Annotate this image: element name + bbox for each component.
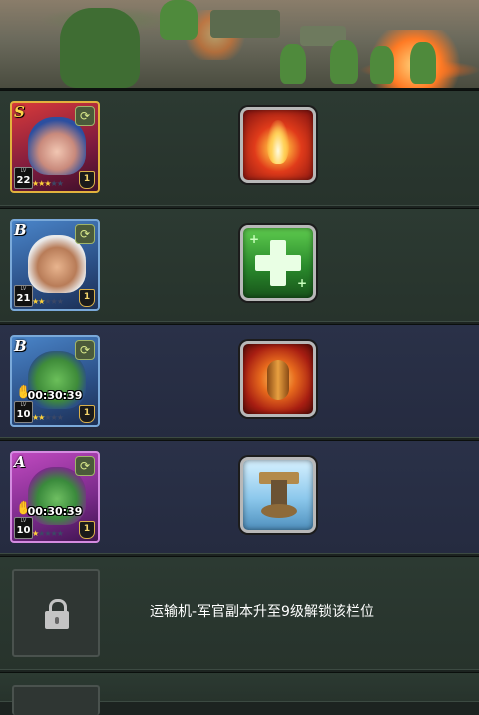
fire-burst-skill-icon[interactable] xyxy=(240,107,316,183)
grade-badge: B xyxy=(14,337,27,355)
officer-slot-row[interactable]: B ⟳ LV 21 ★★★★★ 1 + + xyxy=(0,208,479,322)
officer-card[interactable]: A ⟳ ✋ 00:30:39 LV 10 ★★★★★ 1 xyxy=(10,451,100,543)
rank-badge: 1 xyxy=(79,521,95,539)
level-badge: LV 21 xyxy=(14,285,33,307)
swap-icon[interactable]: ⟳ xyxy=(75,106,95,126)
grade-badge: S xyxy=(14,103,25,121)
bomb-strike-skill-icon[interactable] xyxy=(240,341,316,417)
locked-slot xyxy=(12,685,100,715)
star-rating: ★★★★★ xyxy=(32,179,64,188)
locked-slot-row xyxy=(0,672,479,715)
cannon-tower-skill-icon[interactable] xyxy=(240,457,316,533)
officer-card[interactable]: B ⟳ LV 21 ★★★★★ 1 xyxy=(10,219,100,311)
rank-badge: 1 xyxy=(79,405,95,423)
rank-badge: 1 xyxy=(79,289,95,307)
locked-slot xyxy=(12,569,100,657)
officer-slot-row[interactable]: A ⟳ ✋ 00:30:39 LV 10 ★★★★★ 1 xyxy=(0,440,479,554)
rank-badge: 1 xyxy=(79,171,95,189)
level-badge: LV 22 xyxy=(14,167,33,189)
officer-card[interactable]: S ⟳ LV 22 ★★★★★ 1 xyxy=(10,101,100,193)
star-rating: ★★★★★ xyxy=(32,413,64,422)
level-badge: LV 10 xyxy=(14,401,33,423)
unlock-requirement-text: 运输机-军官副本升至9级解锁该栏位 xyxy=(150,604,374,620)
swap-icon[interactable]: ⟳ xyxy=(75,340,95,360)
heal-cross-skill-icon[interactable]: + + xyxy=(240,225,316,301)
star-rating: ★★★★★ xyxy=(32,297,64,306)
officer-slot-row[interactable]: B ⟳ ✋ 00:30:39 LV 10 ★★★★★ 1 xyxy=(0,324,479,438)
level-badge: LV 10 xyxy=(14,517,33,539)
battle-banner-image xyxy=(0,0,479,90)
star-rating: ★★★★★ xyxy=(32,529,64,538)
officer-slot-row[interactable]: S ⟳ LV 22 ★★★★★ 1 xyxy=(0,90,479,206)
grade-badge: A xyxy=(14,453,26,471)
officer-card[interactable]: B ⟳ ✋ 00:30:39 LV 10 ★★★★★ 1 xyxy=(10,335,100,427)
swap-icon[interactable]: ⟳ xyxy=(75,224,95,244)
grade-badge: B xyxy=(14,221,27,239)
swap-icon[interactable]: ⟳ xyxy=(75,456,95,476)
